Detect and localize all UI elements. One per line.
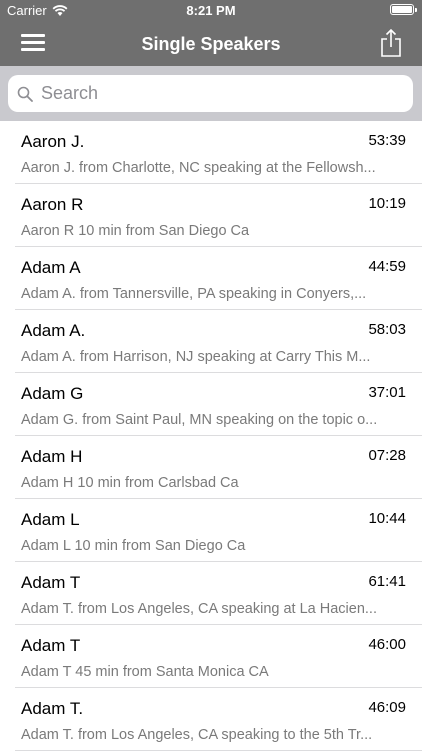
speaker-description: Adam T. from Los Angeles, CA speaking at… — [21, 601, 377, 617]
share-icon[interactable] — [380, 29, 402, 57]
search-input[interactable] — [39, 82, 373, 105]
list-item[interactable]: Aaron J. 53:39 Aaron J. from Charlotte, … — [15, 121, 422, 184]
speaker-name: Adam T — [21, 573, 81, 592]
speaker-name: Aaron J. — [21, 132, 85, 151]
list-item[interactable]: Adam T 46:00 Adam T 45 min from Santa Mo… — [15, 625, 422, 688]
speaker-description: Adam A. from Tannersville, PA speaking i… — [21, 286, 367, 302]
speaker-duration: 53:39 — [368, 132, 406, 149]
speaker-description: Adam A. from Harrison, NJ speaking at Ca… — [21, 349, 371, 365]
list-item[interactable]: Adam G 37:01 Adam G. from Saint Paul, MN… — [15, 373, 422, 436]
status-bar: Carrier 8:21 PM — [0, 0, 422, 22]
speaker-duration: 10:19 — [368, 195, 406, 212]
speaker-name: Adam G — [21, 384, 84, 403]
speaker-name: Aaron R — [21, 195, 84, 214]
speaker-name: Adam T. — [21, 699, 84, 718]
speaker-duration: 46:00 — [368, 636, 406, 653]
speaker-duration: 44:59 — [368, 258, 406, 275]
page-title: Single Speakers — [141, 34, 281, 54]
speaker-name: Adam A — [21, 258, 81, 277]
top-bar: Carrier 8:21 PM Single Speakers — [0, 0, 422, 66]
speaker-duration: 10:44 — [368, 510, 406, 527]
speaker-name: Adam T — [21, 636, 81, 655]
list-item[interactable]: Aaron R 10:19 Aaron R 10 min from San Di… — [15, 184, 422, 247]
speaker-description: Adam T. from Los Angeles, CA speaking to… — [21, 727, 373, 743]
speaker-description: Adam T 45 min from Santa Monica CA — [21, 664, 269, 680]
speaker-duration: 46:09 — [368, 699, 406, 716]
search-field[interactable] — [8, 75, 413, 112]
list-item[interactable]: Adam A 44:59 Adam A. from Tannersville, … — [15, 247, 422, 310]
list-item[interactable]: Adam L 10:44 Adam L 10 min from San Dieg… — [15, 499, 422, 562]
speaker-description: Aaron J. from Charlotte, NC speaking at … — [21, 160, 376, 176]
list-item[interactable]: Adam T. 46:09 Adam T. from Los Angeles, … — [15, 688, 422, 751]
speaker-list: Aaron J. 53:39 Aaron J. from Charlotte, … — [0, 121, 422, 751]
list-item[interactable]: Adam H 07:28 Adam H 10 min from Carlsbad… — [15, 436, 422, 499]
list-item[interactable]: Adam T 61:41 Adam T. from Los Angeles, C… — [15, 562, 422, 625]
nav-bar: Single Speakers — [0, 22, 422, 66]
speaker-description: Adam L 10 min from San Diego Ca — [21, 538, 246, 554]
speaker-name: Adam A. — [21, 321, 86, 340]
speaker-duration: 37:01 — [368, 384, 406, 401]
speaker-duration: 07:28 — [368, 447, 406, 464]
speaker-duration: 61:41 — [368, 573, 406, 590]
battery-icon — [390, 4, 417, 15]
speaker-duration: 58:03 — [368, 321, 406, 338]
speaker-name: Adam H — [21, 447, 83, 466]
status-time: 8:21 PM — [186, 3, 236, 18]
search-icon — [17, 86, 33, 102]
speaker-description: Aaron R 10 min from San Diego Ca — [21, 223, 250, 239]
list-item[interactable]: Adam A. 58:03 Adam A. from Harrison, NJ … — [15, 310, 422, 373]
speaker-description: Adam H 10 min from Carlsbad Ca — [21, 475, 239, 491]
speaker-description: Adam G. from Saint Paul, MN speaking on … — [21, 412, 378, 428]
search-bar — [0, 66, 422, 121]
speaker-name: Adam L — [21, 510, 80, 529]
